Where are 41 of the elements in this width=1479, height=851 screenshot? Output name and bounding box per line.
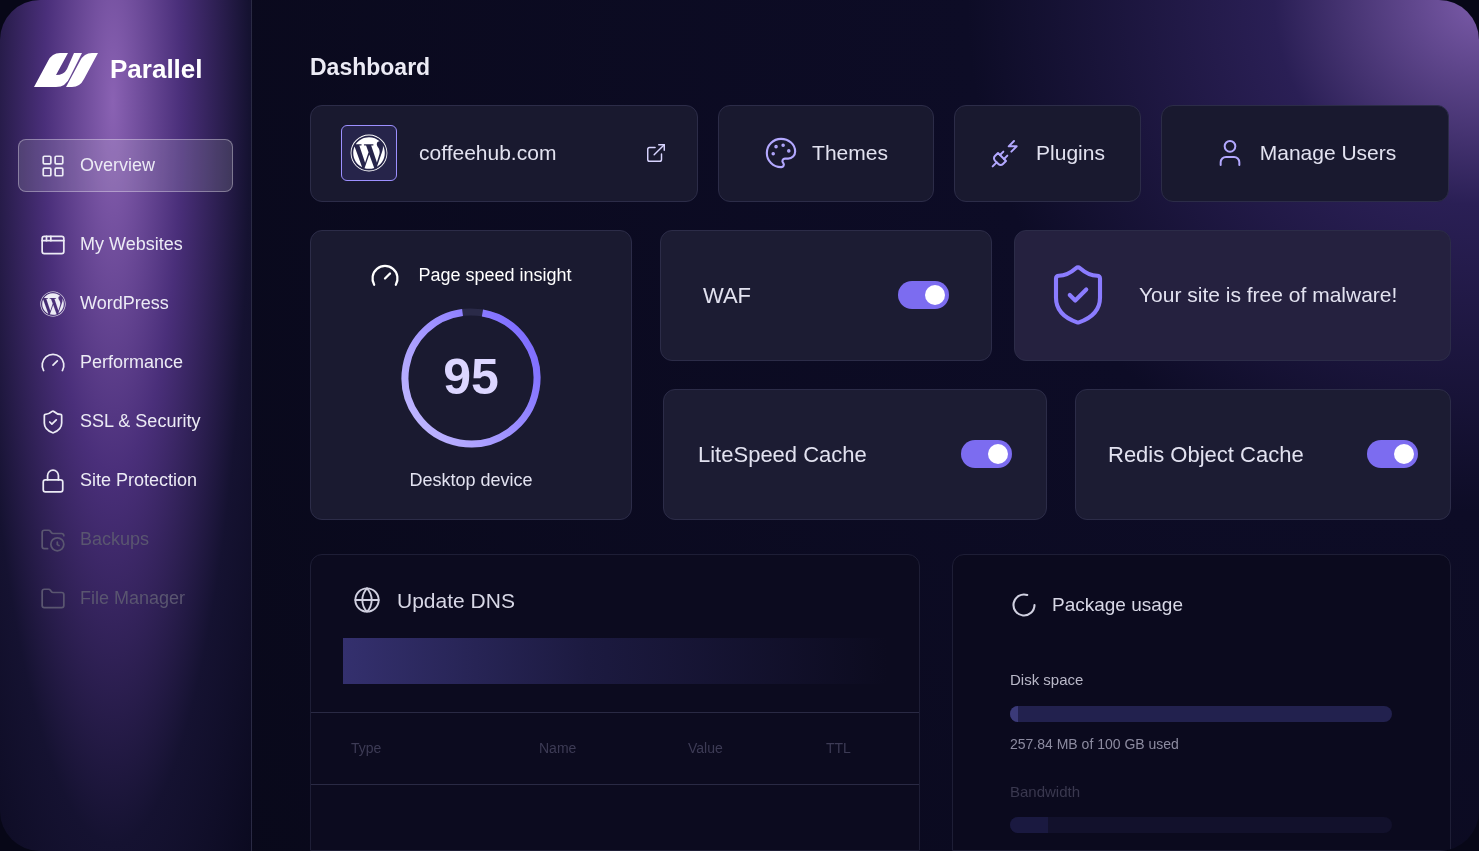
folder-icon bbox=[40, 585, 66, 612]
external-link-icon[interactable] bbox=[645, 142, 667, 164]
card-title: Update DNS bbox=[397, 587, 515, 614]
quick-link-card[interactable]: Plugins bbox=[954, 104, 1141, 202]
card-title: Package usage bbox=[1052, 592, 1183, 617]
toggle-switch[interactable] bbox=[898, 281, 949, 309]
palette-icon bbox=[764, 136, 799, 170]
toggle-label: WAF bbox=[703, 281, 752, 310]
quick-link-label: Themes bbox=[812, 140, 888, 167]
device-caption: Desktop device bbox=[409, 468, 533, 492]
sidebar-item[interactable]: Site Protection bbox=[18, 454, 233, 507]
speed-score: 95 bbox=[443, 348, 499, 407]
wordpress-icon bbox=[350, 134, 388, 172]
sidebar-item[interactable]: SSL & Security bbox=[18, 395, 233, 448]
toggle-switch[interactable] bbox=[1367, 440, 1418, 468]
quick-link-label: Manage Users bbox=[1259, 140, 1397, 167]
meter-label: Disk space bbox=[1010, 670, 1085, 690]
toggle-label: LiteSpeed Cache bbox=[698, 440, 867, 469]
usage-reading: 257.84 MB of 100 GB used bbox=[1010, 734, 1180, 754]
grid-icon bbox=[40, 152, 66, 179]
globe-icon bbox=[353, 586, 381, 615]
lock-icon bbox=[40, 467, 66, 494]
toggle-switch[interactable] bbox=[961, 440, 1012, 468]
malware-message: Your site is free of malware! bbox=[1139, 282, 1398, 309]
quick-link-label: Plugins bbox=[1036, 140, 1105, 167]
sidebar-item[interactable]: WordPress bbox=[18, 277, 233, 330]
brand-name: Parallel bbox=[110, 53, 203, 86]
quick-link-card[interactable]: Manage Users bbox=[1161, 104, 1449, 202]
card-title: Page speed insight bbox=[418, 264, 572, 287]
folder-clock-icon bbox=[40, 526, 66, 553]
page-title: Dashboard bbox=[310, 53, 432, 82]
logo-icon bbox=[34, 50, 98, 89]
sidebar-item[interactable]: Performance bbox=[18, 336, 233, 389]
sidebar-item[interactable]: My Websites bbox=[18, 218, 233, 271]
site-domain: coffeehub.com bbox=[419, 140, 558, 167]
shield-check-icon bbox=[40, 408, 66, 435]
sidebar-item[interactable]: Overview bbox=[18, 139, 233, 192]
wordpress-icon bbox=[40, 290, 66, 317]
site-card[interactable]: coffeehub.com bbox=[310, 104, 698, 202]
toggle-label: Redis Object Cache bbox=[1108, 440, 1304, 469]
quick-link-card[interactable]: Themes bbox=[718, 104, 934, 202]
